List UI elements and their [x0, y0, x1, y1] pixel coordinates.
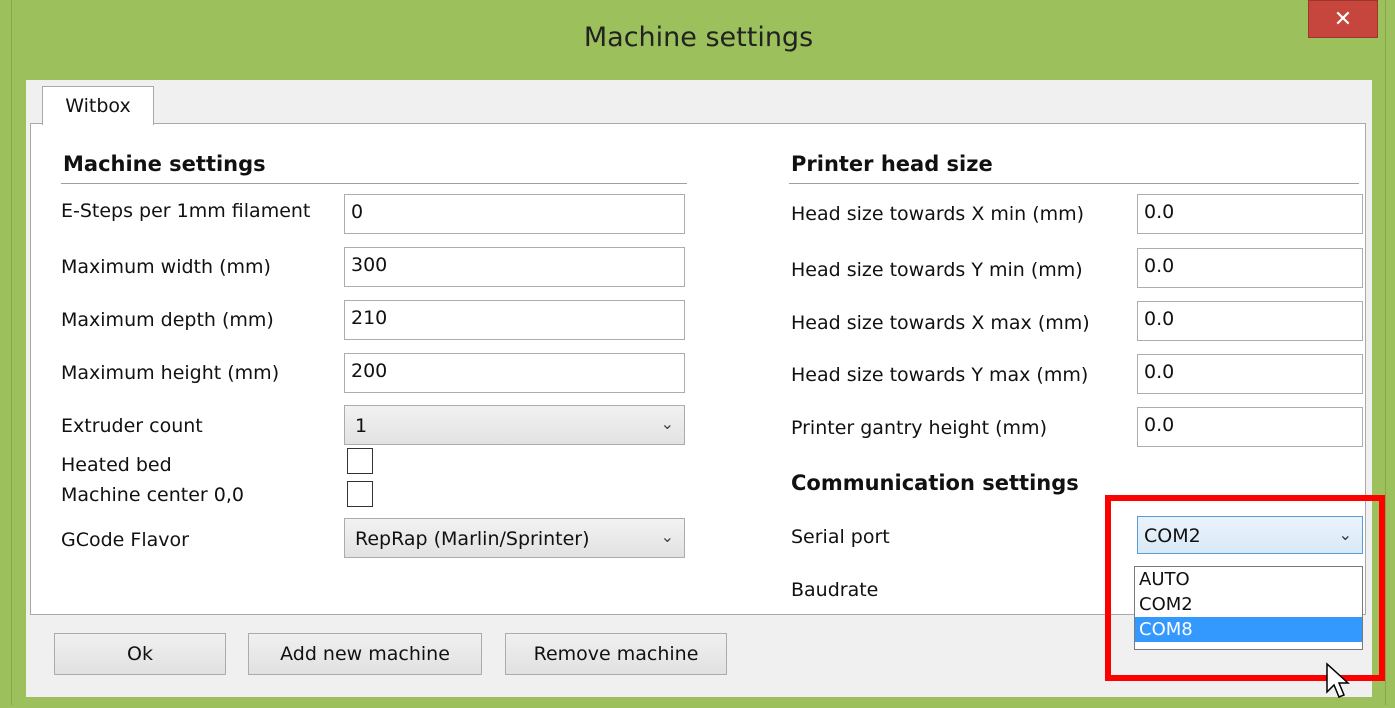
extruder-count-value: 1	[355, 415, 368, 437]
close-icon: ✕	[1333, 6, 1353, 32]
machine-settings-heading: Machine settings	[63, 152, 266, 176]
title-bar[interactable]: Machine settings ✕	[12, 0, 1385, 86]
machine-settings-divider	[61, 183, 687, 184]
head-xmin-input[interactable]: 0.0	[1137, 194, 1363, 234]
max-height-input[interactable]: 200	[344, 353, 685, 393]
head-xmax-label: Head size towards X max (mm)	[791, 312, 1090, 334]
esteps-input[interactable]: 0	[344, 194, 685, 234]
tab-panel: Machine settings E-Steps per 1mm filamen…	[30, 123, 1366, 615]
esteps-label: E-Steps per 1mm filament	[61, 200, 311, 222]
machine-center-checkbox[interactable]	[347, 481, 373, 507]
printer-head-heading: Printer head size	[791, 152, 993, 176]
close-button[interactable]: ✕	[1308, 0, 1378, 38]
communication-heading: Communication settings	[791, 471, 1079, 495]
gantry-height-input[interactable]: 0.0	[1137, 407, 1363, 447]
extruder-count-label: Extruder count	[61, 415, 203, 437]
serial-option-com8[interactable]: COM8	[1135, 617, 1362, 642]
serial-option-com2[interactable]: COM2	[1135, 592, 1362, 617]
max-width-input[interactable]: 300	[344, 247, 685, 287]
heated-bed-checkbox[interactable]	[347, 448, 373, 474]
max-width-label: Maximum width (mm)	[61, 256, 271, 278]
gcode-flavor-value: RepRap (Marlin/Sprinter)	[355, 528, 590, 550]
head-xmin-label: Head size towards X min (mm)	[791, 203, 1085, 225]
gcode-flavor-label: GCode Flavor	[61, 529, 189, 551]
chevron-down-icon: ⌄	[660, 414, 674, 433]
extruder-count-select[interactable]: 1 ⌄	[344, 405, 685, 445]
ok-button[interactable]: Ok	[54, 633, 226, 675]
max-depth-label: Maximum depth (mm)	[61, 309, 274, 331]
add-machine-button[interactable]: Add new machine	[248, 633, 482, 675]
window-title: Machine settings	[583, 22, 814, 53]
serial-port-value: COM2	[1144, 525, 1201, 547]
chevron-down-icon: ⌄	[660, 527, 674, 546]
head-xmax-input[interactable]: 0.0	[1137, 301, 1363, 341]
max-depth-input[interactable]: 210	[344, 300, 685, 340]
head-ymin-label: Head size towards Y min (mm)	[791, 259, 1083, 281]
machine-center-label: Machine center 0,0	[61, 484, 244, 506]
printer-head-divider	[789, 183, 1359, 184]
gcode-flavor-select[interactable]: RepRap (Marlin/Sprinter) ⌄	[344, 518, 685, 558]
remove-machine-button[interactable]: Remove machine	[505, 633, 727, 675]
serial-port-select[interactable]: COM2 ⌄	[1137, 516, 1363, 554]
serial-port-label: Serial port	[791, 526, 890, 548]
baudrate-label: Baudrate	[791, 579, 879, 601]
max-height-label: Maximum height (mm)	[61, 362, 280, 384]
serial-port-dropdown: AUTO COM2 COM8	[1134, 566, 1363, 650]
head-ymax-input[interactable]: 0.0	[1137, 354, 1363, 394]
tab-witbox[interactable]: Witbox	[42, 86, 154, 125]
chevron-down-icon: ⌄	[1338, 525, 1352, 544]
head-ymin-input[interactable]: 0.0	[1137, 248, 1363, 288]
heated-bed-label: Heated bed	[61, 454, 172, 476]
gantry-height-label: Printer gantry height (mm)	[791, 417, 1047, 439]
mouse-cursor-icon	[1326, 662, 1350, 698]
serial-option-auto[interactable]: AUTO	[1135, 567, 1362, 592]
head-ymax-label: Head size towards Y max (mm)	[791, 364, 1089, 386]
